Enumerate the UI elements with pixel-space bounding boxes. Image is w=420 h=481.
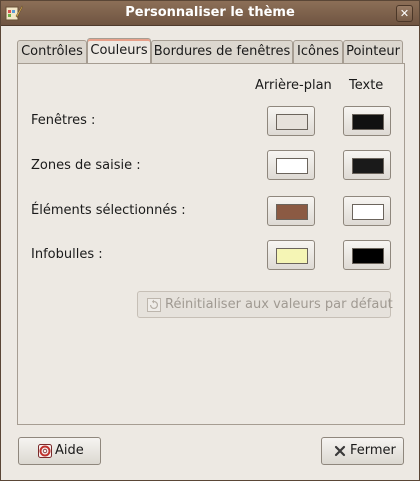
windows-background-color-button[interactable] bbox=[267, 106, 315, 136]
row-label-tooltips: Infobulles : bbox=[31, 247, 103, 262]
help-button-label: Aide bbox=[55, 443, 84, 458]
tab-controles[interactable]: Contrôles bbox=[17, 40, 87, 64]
help-lifebuoy-icon bbox=[38, 444, 52, 458]
selected-text-color-button[interactable] bbox=[343, 196, 391, 226]
reset-defaults-button[interactable]: Réinitialiser aux valeurs par défaut bbox=[137, 291, 393, 318]
text-column-header: Texte bbox=[349, 78, 384, 93]
color-swatch bbox=[276, 158, 308, 174]
theme-dialog: Personnaliser le thème ✕ Contrôles Coule… bbox=[0, 0, 420, 481]
titlebar-close-button[interactable]: ✕ bbox=[396, 5, 413, 22]
input-text-color-button[interactable] bbox=[343, 150, 391, 180]
windows-text-color-button[interactable] bbox=[343, 106, 391, 136]
color-swatch bbox=[276, 248, 308, 264]
row-label-selected-items: Éléments sélectionnés : bbox=[31, 203, 186, 218]
tab-pointeur[interactable]: Pointeur bbox=[343, 40, 403, 64]
reset-defaults-label: Réinitialiser aux valeurs par défaut bbox=[165, 297, 393, 312]
color-swatch bbox=[352, 204, 384, 220]
selected-background-color-button[interactable] bbox=[267, 196, 315, 226]
tab-couleurs[interactable]: Couleurs bbox=[87, 38, 151, 65]
background-column-header: Arrière-plan bbox=[255, 78, 332, 93]
row-label-windows: Fenêtres : bbox=[31, 113, 96, 128]
input-background-color-button[interactable] bbox=[267, 150, 315, 180]
close-button[interactable]: Fermer bbox=[321, 437, 404, 465]
close-button-label: Fermer bbox=[350, 443, 396, 458]
color-swatch bbox=[276, 204, 308, 220]
tooltip-background-color-button[interactable] bbox=[267, 240, 315, 270]
row-label-input-fields: Zones de saisie : bbox=[31, 158, 141, 173]
tab-bordures[interactable]: Bordures de fenêtres bbox=[151, 40, 293, 64]
tab-icones[interactable]: Icônes bbox=[293, 40, 343, 64]
help-button[interactable]: Aide bbox=[18, 437, 101, 465]
color-swatch bbox=[276, 114, 308, 130]
color-swatch bbox=[352, 248, 384, 264]
close-icon bbox=[334, 445, 346, 457]
color-swatch bbox=[352, 114, 384, 130]
window-title: Personnaliser le thème bbox=[125, 5, 295, 20]
title-bar[interactable]: Personnaliser le thème ✕ bbox=[1, 1, 419, 26]
color-swatch bbox=[352, 158, 384, 174]
tooltip-text-color-button[interactable] bbox=[343, 240, 391, 270]
revert-icon bbox=[147, 298, 161, 312]
